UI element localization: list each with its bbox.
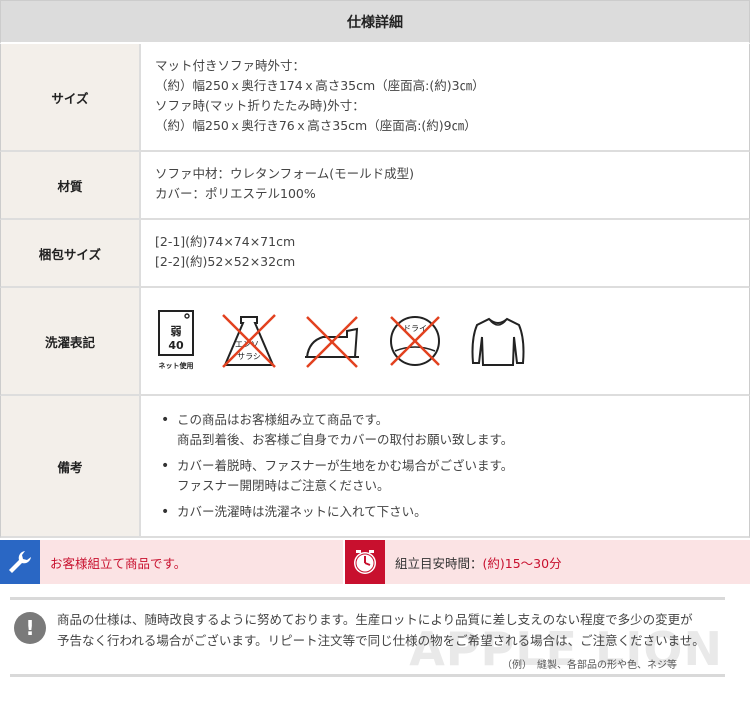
wash-icons: 弱 40 ネット使用 エンソ サラシ — [155, 296, 735, 386]
list-item: カバー洗濯時は洗濯ネットに入れて下さい。 — [155, 502, 735, 522]
no-iron-icon — [305, 316, 359, 368]
tub-caption: ネット使用 — [159, 361, 194, 370]
tub-text-num: 40 — [168, 339, 184, 352]
row-content-notes: この商品はお客様組み立て商品です。 商品到着後、お客様ご自身でカバーの取付お願い… — [141, 396, 749, 536]
clock-icon — [345, 540, 385, 584]
note-line: この商品はお客様組み立て商品です。 — [177, 412, 389, 427]
row-label-wash: 洗濯表記 — [1, 288, 141, 394]
row-content-size: マット付きソファ時外寸： （約）幅250ｘ奥行き174ｘ高さ35cm（座面高:(… — [141, 44, 749, 150]
size-line: マット付きソファ時外寸： — [155, 58, 306, 73]
spec-table: 仕様詳細 サイズ マット付きソファ時外寸： （約）幅250ｘ奥行き174ｘ高さ3… — [0, 0, 750, 538]
assembly-time: 組立目安時間： (約)15～30分 — [343, 540, 562, 584]
package-line: [2-2](約)52×52×32cm — [155, 254, 296, 269]
size-line: ソファ時(マット折りたたみ時)外寸： — [155, 98, 365, 113]
row-wash: 洗濯表記 弱 40 ネット使用 エンソ サラシ — [0, 288, 750, 396]
hang-dry-icon — [471, 317, 525, 366]
assembly-info: お客様組立て商品です。 — [0, 540, 343, 584]
row-notes: 備考 この商品はお客様組み立て商品です。 商品到着後、お客様ご自身でカバーの取付… — [0, 396, 750, 538]
exclamation-icon: ! — [14, 612, 46, 644]
row-content-material: ソファ中材：ウレタンフォーム(モールド成型) カバー：ポリエステル100% — [141, 152, 749, 218]
note-line: 商品到着後、お客様ご自身でカバーの取付お願い致します。 — [177, 432, 514, 447]
row-label-notes: 備考 — [1, 396, 141, 536]
spec-header: 仕様詳細 — [0, 0, 750, 44]
row-content-package: [2-1](約)74×74×71cm [2-2](約)52×52×32cm — [141, 220, 749, 286]
no-dry-clean-icon: ドライ — [390, 316, 440, 366]
notice-line: 予告なく行われる場合がございます。リピート注文等で同じ仕様の物をご希望される場合… — [57, 633, 705, 648]
notes-list: この商品はお客様組み立て商品です。 商品到着後、お客様ご自身でカバーの取付お願い… — [155, 408, 735, 522]
assembly-text: お客様組立て商品です。 — [50, 555, 187, 571]
wash-tub-icon: 弱 40 ネット使用 — [158, 310, 194, 370]
notice-text: 商品の仕様は、随時改良するように努めております。生産ロットにより品質に差し支えの… — [57, 609, 705, 651]
no-bleach-icon: エンソ サラシ — [222, 314, 276, 368]
note-line: カバー着脱時、ファスナーが生地をかむ場合がございます。 — [177, 458, 514, 473]
size-line: （約）幅250ｘ奥行き76ｘ高さ35cm（座面高:(約)9㎝） — [155, 118, 477, 133]
row-size: サイズ マット付きソファ時外寸： （約）幅250ｘ奥行き174ｘ高さ35cm（座… — [0, 44, 750, 152]
size-line: （約）幅250ｘ奥行き174ｘ高さ35cm（座面高:(約)3㎝） — [155, 78, 485, 93]
row-package: 梱包サイズ [2-1](約)74×74×71cm [2-2](約)52×52×3… — [0, 220, 750, 288]
time-label: 組立目安時間： — [395, 555, 483, 571]
row-label-material: 材質 — [1, 152, 141, 218]
spec-title: 仕様詳細 — [347, 14, 403, 31]
row-content-wash: 弱 40 ネット使用 エンソ サラシ — [141, 288, 749, 394]
row-label-package: 梱包サイズ — [1, 220, 141, 286]
list-item: カバー着脱時、ファスナーが生地をかむ場合がございます。 ファスナー開閉時はご注意… — [155, 456, 735, 496]
notice-line: 商品の仕様は、随時改良するように努めております。生産ロットにより品質に差し支えの… — [57, 612, 693, 627]
note-line: カバー洗濯時は洗濯ネットに入れて下さい。 — [177, 504, 427, 519]
time-value: (約)15～30分 — [482, 555, 562, 571]
row-label-size: サイズ — [1, 44, 141, 150]
row-material: 材質 ソファ中材：ウレタンフォーム(モールド成型) カバー：ポリエステル100% — [0, 152, 750, 220]
material-line: カバー：ポリエステル100% — [155, 186, 316, 201]
assembly-banner: お客様組立て商品です。 組立目安時間： (約)15～30分 — [0, 540, 750, 584]
notice-box: APPLE LION ! 商品の仕様は、随時改良するように努めております。生産ロ… — [10, 597, 725, 677]
package-line: [2-1](約)74×74×71cm — [155, 234, 296, 249]
material-line: ソファ中材：ウレタンフォーム(モールド成型) — [155, 166, 415, 181]
notice-example: （例） 縫製、各部品の形や色、ネジ等 — [502, 660, 677, 671]
list-item: この商品はお客様組み立て商品です。 商品到着後、お客様ご自身でカバーの取付お願い… — [155, 410, 735, 450]
bleach-text-2: サラシ — [237, 352, 261, 361]
wrench-icon — [0, 540, 40, 584]
tub-text-top: 弱 — [171, 325, 182, 338]
note-line: ファスナー開閉時はご注意ください。 — [177, 478, 390, 493]
